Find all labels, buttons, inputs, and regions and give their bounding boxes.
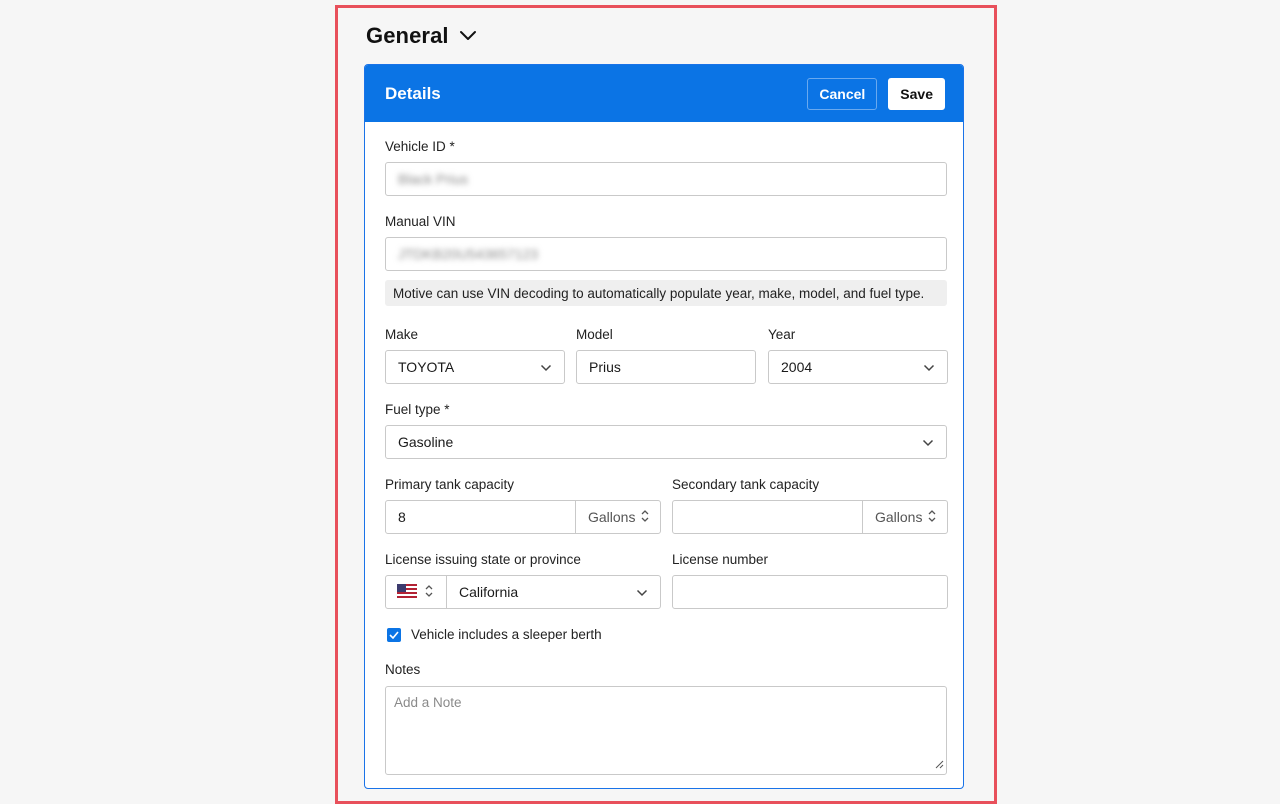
chevron-down-icon bbox=[923, 359, 935, 375]
secondary-tank-label: Secondary tank capacity bbox=[672, 477, 820, 492]
vin-decoding-hint: Motive can use VIN decoding to automatic… bbox=[385, 280, 947, 306]
primary-tank-label: Primary tank capacity bbox=[385, 477, 515, 492]
vehicle-id-value: Black Prius bbox=[398, 171, 469, 187]
header-actions: Cancel Save bbox=[807, 77, 945, 110]
model-input[interactable]: Prius bbox=[576, 350, 756, 384]
vehicle-id-input[interactable]: Black Prius bbox=[385, 162, 947, 196]
chevron-down-icon bbox=[540, 359, 552, 375]
fuel-type-label: Fuel type * bbox=[385, 402, 450, 417]
up-down-arrows-icon bbox=[641, 509, 649, 526]
up-down-arrows-icon bbox=[425, 584, 433, 601]
license-state-label: License issuing state or province bbox=[385, 552, 581, 567]
notes-textarea[interactable]: Add a Note bbox=[385, 686, 947, 775]
chevron-down-icon[interactable] bbox=[459, 30, 477, 42]
manual-vin-label: Manual VIN bbox=[385, 214, 456, 229]
primary-tank-value: 8 bbox=[398, 509, 406, 525]
card-title: Details bbox=[385, 83, 441, 103]
license-state-select[interactable]: California bbox=[385, 575, 661, 609]
make-value: TOYOTA bbox=[398, 359, 455, 375]
section-title: General bbox=[366, 23, 449, 48]
license-number-input[interactable] bbox=[672, 575, 948, 609]
year-value: 2004 bbox=[781, 359, 813, 375]
secondary-tank-unit: Gallons bbox=[875, 509, 923, 525]
general-section-header[interactable]: General bbox=[366, 20, 477, 52]
fuel-type-value: Gasoline bbox=[398, 434, 454, 450]
vehicle-id-label: Vehicle ID * bbox=[385, 139, 455, 154]
sleeper-berth-label[interactable]: Vehicle includes a sleeper berth bbox=[411, 627, 602, 642]
notes-label: Notes bbox=[385, 662, 421, 677]
year-label: Year bbox=[768, 327, 796, 342]
secondary-tank-input[interactable]: Gallons bbox=[672, 500, 948, 534]
make-label: Make bbox=[385, 327, 419, 342]
us-flag-icon bbox=[397, 583, 417, 601]
primary-tank-input[interactable]: 8 Gallons bbox=[385, 500, 661, 534]
license-number-label: License number bbox=[672, 552, 769, 567]
country-select[interactable] bbox=[386, 576, 447, 608]
primary-tank-unit: Gallons bbox=[588, 509, 636, 525]
details-card: Details Cancel Save Vehicle ID * Black P… bbox=[364, 64, 964, 789]
chevron-down-icon bbox=[922, 434, 934, 450]
up-down-arrows-icon bbox=[928, 509, 936, 526]
make-select[interactable]: TOYOTA bbox=[385, 350, 565, 384]
manual-vin-value: JTDKB20U543657123 bbox=[398, 246, 539, 262]
model-label: Model bbox=[576, 327, 613, 342]
sleeper-berth-checkbox[interactable] bbox=[387, 628, 401, 642]
model-value: Prius bbox=[589, 359, 621, 375]
save-button[interactable]: Save bbox=[888, 77, 945, 110]
chevron-down-icon bbox=[636, 584, 648, 600]
cancel-button[interactable]: Cancel bbox=[807, 77, 878, 110]
year-select[interactable]: 2004 bbox=[768, 350, 948, 384]
primary-tank-unit-select[interactable]: Gallons bbox=[575, 501, 660, 533]
license-state-value: California bbox=[459, 584, 519, 600]
card-header: Details Cancel Save bbox=[365, 65, 963, 122]
resize-grip-icon[interactable] bbox=[935, 757, 944, 772]
secondary-tank-unit-select[interactable]: Gallons bbox=[862, 501, 947, 533]
fuel-type-select[interactable]: Gasoline bbox=[385, 425, 947, 459]
manual-vin-input[interactable]: JTDKB20U543657123 bbox=[385, 237, 947, 271]
notes-placeholder: Add a Note bbox=[394, 695, 462, 710]
